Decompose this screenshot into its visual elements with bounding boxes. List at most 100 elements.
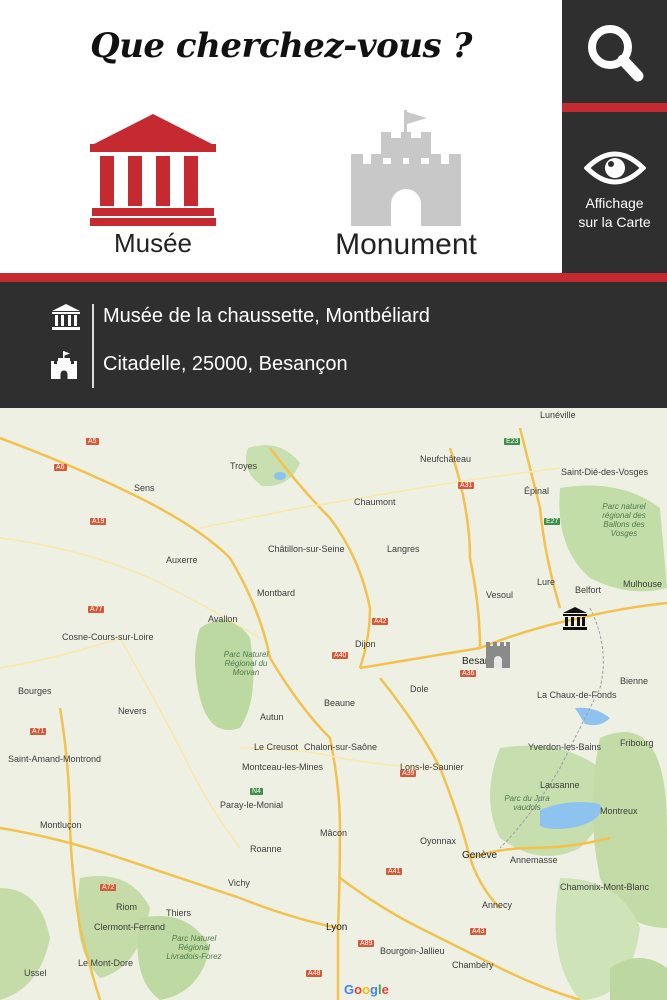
map-city-label: Lunéville [540, 410, 576, 420]
map-city-label: Épinal [524, 486, 550, 496]
recent-item[interactable]: Musée de la chaussette, Montbéliard [0, 295, 667, 341]
eye-icon [583, 151, 646, 185]
map-city-label: Montluçon [40, 820, 82, 830]
show-on-map-label-line1: Affichage [585, 195, 644, 211]
map-city-label: Ussel [24, 968, 47, 978]
category-museum-button[interactable]: Musée [53, 108, 253, 259]
map-city-label: Chambéry [452, 960, 494, 970]
map-city-label: Avallon [208, 614, 238, 624]
map-city-label: Mulhouse [623, 579, 663, 589]
map-city-label: Langres [387, 544, 420, 554]
map-city-label: Vichy [228, 878, 250, 888]
map-park-label: Parc Naturel Régional du Morvan [223, 650, 269, 677]
map-road-label: A43 [470, 928, 487, 935]
category-museum-label: Musée [113, 228, 193, 258]
castle-icon [351, 110, 461, 226]
google-logo: Google [344, 982, 389, 997]
map-city-label: Mâcon [320, 828, 348, 838]
map-road-label: A6 [54, 464, 67, 471]
category-monument-button[interactable]: Monument [306, 108, 506, 262]
map-city-label: La Chaux-de-Fonds [537, 690, 617, 700]
map-road-label: A77 [88, 606, 105, 613]
map-city-label: Dijon [355, 639, 376, 649]
map-road-label: A71 [30, 728, 47, 735]
map-city-label: Bourgoin-Jallieu [380, 946, 445, 956]
map-city-label: Montbard [257, 588, 296, 598]
map-city-label: Thiers [166, 908, 192, 918]
map-city-label: Annemasse [510, 855, 558, 865]
recent-item-label: Musée de la chaussette, Montbéliard [103, 305, 430, 327]
map-park-label: Parc du Jura vaudois [504, 794, 550, 812]
search-icon [588, 25, 644, 82]
museum-icon [90, 114, 216, 226]
map-city-label: Genève [462, 850, 498, 861]
map-road-label: A39 [400, 770, 417, 777]
map-road-label: A19 [90, 518, 107, 525]
map-city-label: Roanne [250, 844, 282, 854]
map-park-label: Parc naturel régional des Ballons des Vo… [602, 502, 646, 538]
side-divider [562, 103, 667, 112]
recent-searches: Musée de la chaussette, Montbéliard Cita… [0, 282, 667, 408]
map-view[interactable]: Troyes Sens Auxerre Châtillon-sur-Seine … [0, 408, 667, 1000]
map-city-label: Belfort [575, 585, 602, 595]
map-road-label: E23 [504, 438, 521, 445]
map-road-label: A36 [460, 670, 477, 677]
side-panel: Affichage sur la Carte [562, 0, 667, 273]
map-city-label: Auxerre [166, 555, 198, 565]
recent-item[interactable]: Citadelle, 25000, Besançon [0, 343, 667, 389]
page-title: Que cherchez-vous ? [90, 26, 472, 66]
map-city-label: Nevers [118, 706, 147, 716]
map-city-label: Saint-Dié-des-Vosges [561, 467, 649, 477]
map-city-label: Lausanne [540, 780, 580, 790]
map-city-label: Montreux [600, 806, 638, 816]
map-road-label: A72 [100, 884, 117, 891]
map-city-label: Montceau-les-Mines [242, 762, 324, 772]
castle-marker[interactable] [486, 642, 510, 668]
map-city-label: Le Creusot [254, 742, 299, 752]
map-city-label: Riom [116, 902, 138, 912]
map-city-label: Paray-le-Monial [220, 800, 284, 810]
map-city-label: Chalon-sur-Saône [304, 742, 378, 752]
map-road-label: A41 [386, 868, 403, 875]
map-city-label: Sens [134, 483, 155, 493]
map-road-label: A42 [372, 618, 389, 625]
map-city-label: Lyon [326, 922, 348, 933]
map-city-label: Chamonix-Mont-Blanc [560, 882, 650, 892]
map-city-label: Troyes [230, 461, 258, 471]
museum-icon [52, 304, 80, 330]
map-city-label: Oyonnax [420, 836, 457, 846]
map-city-label: Chaumont [354, 497, 396, 507]
map-city-label: Vesoul [486, 590, 514, 600]
map-city-label: Saint-Amand-Montrond [8, 754, 102, 764]
map-city-label: Annecy [482, 900, 513, 910]
map-city-label: Dole [410, 684, 429, 694]
map-city-label: Le Mont-Dore [78, 958, 134, 968]
map-city-label: Bienne [620, 676, 649, 686]
map-road-label: E27 [544, 518, 561, 525]
map-road-label: A48 [306, 970, 323, 977]
museum-marker[interactable] [562, 606, 588, 630]
map-city-label: Beaune [324, 698, 356, 708]
recent-item-label: Citadelle, 25000, Besançon [103, 353, 348, 375]
show-on-map-button[interactable]: Affichage sur la Carte [562, 112, 667, 273]
map-city-label: Neufchâteau [420, 454, 472, 464]
map-city-label: Cosne-Cours-sur-Loire [62, 632, 154, 642]
map-city-label: Autun [260, 712, 284, 722]
map-road-label: A40 [332, 652, 349, 659]
header-divider [0, 273, 667, 282]
map-road-label: N4 [250, 788, 263, 795]
map-city-label: Yverdon-les-Bains [528, 742, 602, 752]
castle-icon [51, 351, 77, 379]
map-road-label: A31 [458, 482, 475, 489]
search-button[interactable] [562, 0, 667, 103]
map-park-label: Parc Naturel Régional Livradois-Forez [166, 934, 222, 961]
map-city-label: Lure [537, 577, 556, 587]
map-city-label: Clermont-Ferrand [94, 922, 166, 932]
map-city-label: Bourges [18, 686, 52, 696]
category-monument-label: Monument [335, 228, 477, 261]
map-road-label: A5 [86, 438, 99, 445]
map-city-label: Châtillon-sur-Seine [268, 544, 345, 554]
map-city-label: Fribourg [620, 738, 654, 748]
show-on-map-label-line2: sur la Carte [578, 214, 651, 230]
map-road-label: A89 [358, 940, 375, 947]
